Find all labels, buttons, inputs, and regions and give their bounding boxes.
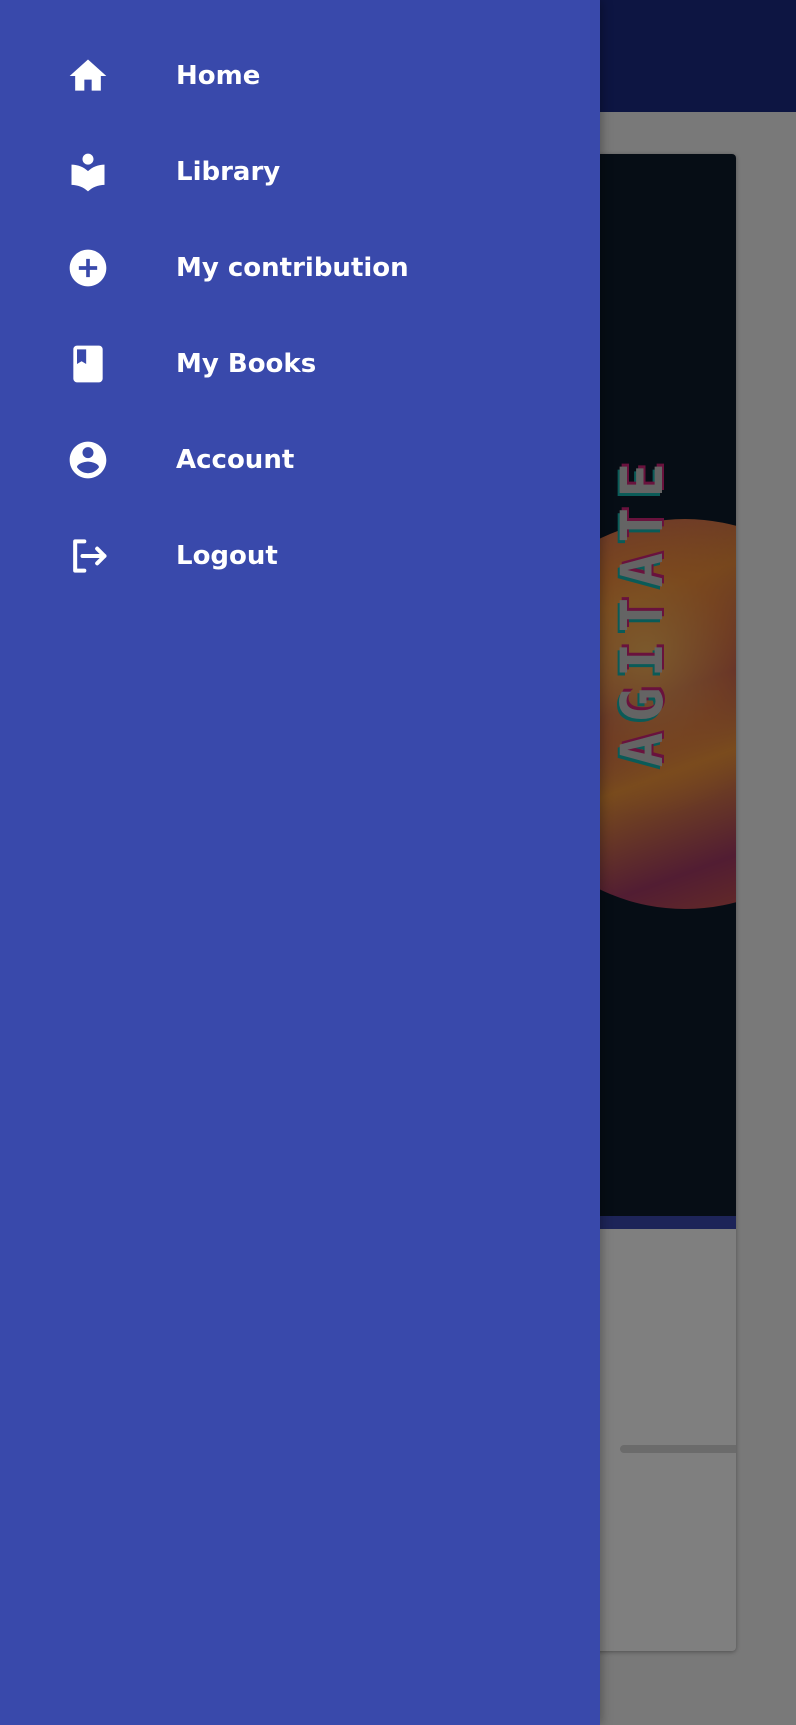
nav-item-home[interactable]: Home: [0, 28, 600, 124]
nav-item-account[interactable]: Account: [0, 412, 600, 508]
library-icon: [64, 148, 112, 196]
nav-item-label: Account: [176, 445, 295, 475]
nav-item-label: My Books: [176, 349, 317, 379]
nav-item-label: Library: [176, 157, 281, 187]
logout-icon: [64, 532, 112, 580]
nav-item-label: My contribution: [176, 253, 409, 283]
navigation-drawer: Home Library My contribution My Books Ac…: [0, 0, 600, 1725]
nav-item-my-contribution[interactable]: My contribution: [0, 220, 600, 316]
home-icon: [64, 52, 112, 100]
account-circle-icon: [64, 436, 112, 484]
add-circle-icon: [64, 244, 112, 292]
nav-item-label: Logout: [176, 541, 278, 571]
nav-item-library[interactable]: Library: [0, 124, 600, 220]
book-icon: [64, 340, 112, 388]
nav-item-logout[interactable]: Logout: [0, 508, 600, 604]
nav-item-label: Home: [176, 61, 261, 91]
nav-item-my-books[interactable]: My Books: [0, 316, 600, 412]
